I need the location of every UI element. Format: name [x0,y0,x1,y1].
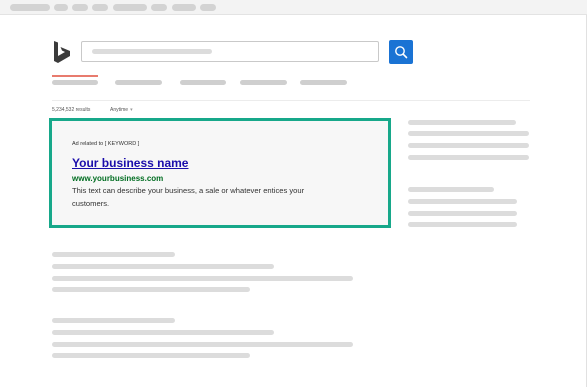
result-placeholder-line [52,353,250,358]
result-placeholder-line [52,252,175,257]
tab-news[interactable] [300,80,347,85]
result-placeholder-line [52,264,274,269]
header-divider [52,100,530,101]
sidebar-placeholder-line [408,143,529,148]
results-count: 5,234,532 results [52,107,91,113]
sidebar-placeholder-line [408,199,517,204]
tab-active-indicator [52,75,98,77]
browser-toolbar-placeholder [54,4,68,11]
result-placeholder-line [52,287,250,292]
result-placeholder-line [52,276,353,281]
sidebar-placeholder-line [408,131,529,136]
browser-toolbar-placeholder [92,4,108,11]
browser-toolbar-placeholder [172,4,196,11]
ad-related-label: Ad related to [ KEYWORD ] [72,141,140,147]
browser-toolbar-placeholder [72,4,88,11]
browser-toolbar-placeholder [113,4,147,11]
sidebar-placeholder-line [408,155,529,160]
browser-toolbar-placeholder [151,4,167,11]
result-placeholder-line [52,318,175,323]
magnifier-icon [395,46,408,59]
time-filter-dropdown[interactable]: Anytime ▾ [110,107,133,113]
tab-all[interactable] [52,80,98,85]
sidebar-placeholder-line [408,222,517,227]
bing-logo-icon[interactable] [52,40,72,66]
search-placeholder [92,49,212,54]
tab-images[interactable] [115,80,162,85]
tab-maps[interactable] [240,80,287,85]
chevron-down-icon: ▾ [130,107,133,113]
tab-videos[interactable] [180,80,226,85]
browser-toolbar-placeholder [200,4,216,11]
ad-title-link[interactable]: Your business name [72,156,188,170]
browser-window: 5,234,532 results Anytime ▾ Ad related to… [0,0,587,387]
search-input[interactable] [81,41,379,62]
sidebar-placeholder-line [408,211,517,216]
result-placeholder-line [52,330,274,335]
ad-description: This text can describe your business, a … [72,186,305,208]
result-placeholder-line [52,342,353,347]
sidebar-placeholder-line [408,120,516,125]
sidebar-placeholder-line [408,187,494,192]
time-filter-label: Anytime [110,107,129,113]
ad-result: Ad related to [ KEYWORD ] Your business … [49,118,391,228]
search-button[interactable] [389,40,413,64]
browser-toolbar-placeholder [10,4,50,11]
ad-url[interactable]: www.yourbusiness.com [72,174,163,183]
browser-toolbar [0,0,587,15]
